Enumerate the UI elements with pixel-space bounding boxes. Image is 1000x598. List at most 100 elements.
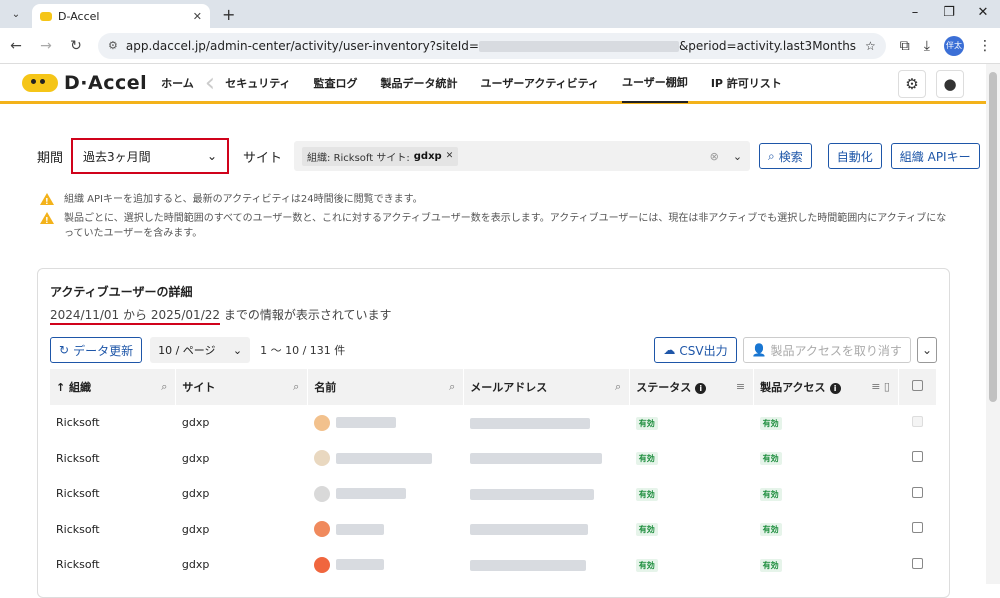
nav-user-activity[interactable]: ユーザーアクティビティ — [481, 63, 599, 103]
minimize-icon[interactable]: – — [898, 0, 932, 28]
table-row[interactable]: Ricksoft gdxp 有効 有効 — [50, 405, 937, 441]
filter-icon[interactable]: ≡ — [736, 380, 745, 393]
cell-name — [307, 440, 464, 477]
period-select[interactable]: 過去3ヶ月間 ⌄ — [71, 138, 230, 174]
access-badge: 有効 — [759, 452, 782, 466]
col-select-all[interactable] — [898, 369, 938, 405]
user-table: ↑ 組織 ⌕ サイト ⌕ 名前 ⌕ メールアドレス ⌕ ステータス i ≡ 製品アクセス i ≡… — [50, 369, 938, 583]
reload-icon[interactable]: ↻ — [68, 38, 84, 54]
address-bar: ← → ↻ ⚙ app.daccel.jp/admin-center/activ… — [0, 28, 1000, 64]
search-button-label: 検索 — [778, 149, 803, 164]
cell-access: 有効 — [753, 511, 899, 548]
table-row[interactable]: Ricksoft gdxp 有効 有効 — [50, 440, 937, 477]
clear-icon[interactable]: ⊗ — [710, 150, 719, 163]
cell-status: 有効 — [629, 547, 754, 583]
user-remove-icon: 👤 — [751, 343, 767, 357]
search-icon[interactable]: ⌕ — [293, 380, 299, 394]
nav-user-inventory[interactable]: ユーザー棚卸 — [622, 63, 688, 103]
table-row[interactable]: Ricksoft gdxp 有効 有効 — [50, 511, 937, 548]
cell-select[interactable] — [898, 476, 937, 512]
per-page-select[interactable]: 10 / ページ ⌄ — [150, 337, 251, 363]
forward-icon[interactable]: → — [38, 38, 54, 54]
date-range-underlined: 2024/11/01 から 2025/01/22 — [50, 308, 221, 325]
page-scrollbar[interactable] — [986, 64, 1000, 584]
tab-search-icon[interactable]: ⌄ — [6, 4, 26, 24]
automate-button[interactable]: 自動化 — [827, 143, 882, 169]
close-window-icon[interactable]: ✕ — [966, 0, 1000, 28]
cell-select[interactable] — [898, 405, 937, 441]
user-account-icon[interactable]: ● — [936, 70, 964, 98]
row-checkbox[interactable] — [911, 415, 923, 427]
close-tab-icon[interactable]: ✕ — [193, 10, 202, 23]
redacted-email — [469, 524, 588, 536]
search-icon[interactable]: ⌕ — [615, 380, 621, 394]
browser-tab[interactable]: D-Accel ✕ — [32, 4, 210, 28]
table-row[interactable]: Ricksoft gdxp 有効 有効 — [50, 476, 937, 512]
period-label: 期間 — [37, 150, 64, 166]
cell-select[interactable] — [898, 440, 937, 477]
search-button[interactable]: ⌕ 検索 — [759, 143, 812, 169]
revoke-dropdown-button[interactable]: ⌄ — [916, 337, 937, 363]
csv-export-button[interactable]: ☁ CSV出力 — [654, 337, 737, 363]
bookmark-star-icon[interactable]: ☆ — [865, 39, 876, 53]
api-key-button[interactable]: 組織 APIキー — [890, 143, 980, 169]
refresh-button[interactable]: ↻ データ更新 — [50, 337, 143, 363]
browser-menu-icon[interactable]: ⋮ — [978, 38, 992, 54]
cell-status: 有効 — [629, 405, 754, 441]
download-icon[interactable]: ⤓ — [924, 38, 930, 54]
favicon-icon — [40, 11, 52, 21]
cell-email — [463, 511, 630, 548]
settings-gear-icon[interactable]: ⚙ — [898, 70, 926, 98]
cell-access: 有効 — [753, 405, 899, 441]
col-email[interactable]: メールアドレス ⌕ — [463, 369, 631, 405]
maximize-icon[interactable]: ❐ — [932, 0, 966, 28]
extensions-icon[interactable]: ⧉ — [900, 38, 910, 54]
col-site[interactable]: サイト ⌕ — [175, 369, 309, 405]
nav-security[interactable]: セキュリティ — [225, 63, 290, 103]
row-checkbox[interactable] — [911, 486, 923, 498]
filter-icon[interactable]: ≡ ▯ — [871, 380, 890, 393]
avatar — [313, 450, 330, 467]
col-status[interactable]: ステータス i ≡ — [629, 369, 755, 405]
refresh-icon: ↻ — [59, 343, 70, 357]
scrollbar-thumb[interactable] — [989, 72, 997, 402]
row-checkbox[interactable] — [911, 557, 923, 569]
col-name[interactable]: 名前 ⌕ — [307, 369, 465, 405]
cell-select[interactable] — [898, 511, 937, 548]
url-field[interactable]: ⚙ app.daccel.jp/admin-center/activity/us… — [98, 32, 886, 59]
col-access[interactable]: 製品アクセス i ≡ ▯ — [753, 369, 899, 405]
info-icon[interactable]: i — [695, 383, 707, 394]
redacted-name — [335, 488, 406, 500]
nav-product-stats[interactable]: 製品データ統計 — [381, 63, 458, 103]
per-page-value: 10 / ページ — [158, 344, 216, 357]
nav-audit-log[interactable]: 監査ログ — [314, 63, 358, 103]
search-icon[interactable]: ⌕ — [161, 380, 167, 394]
new-tab-icon[interactable]: + — [222, 6, 235, 24]
logo[interactable]: D·Accel — [22, 72, 147, 94]
profile-avatar[interactable]: 伴太 — [944, 35, 964, 56]
cell-select[interactable] — [898, 547, 937, 583]
back-icon[interactable]: ← — [8, 38, 24, 54]
revoke-access-button[interactable]: 👤 製品アクセスを取り消す — [742, 337, 911, 363]
row-checkbox[interactable] — [911, 522, 923, 534]
search-icon[interactable]: ⌕ — [449, 380, 455, 394]
info-icon[interactable]: i — [829, 383, 841, 394]
redacted-email — [469, 453, 602, 465]
range-suffix: までの情報が表示されています — [223, 308, 392, 322]
nav-home[interactable]: ホーム — [161, 63, 194, 103]
notice-item: 組織 APIキーを追加すると、最新のアクティビティは24時間後に閲覧できます。 — [40, 192, 950, 209]
site-info-icon[interactable]: ⚙ — [108, 39, 118, 52]
notice-item: 製品ごとに、選択した時間範囲のすべてのユーザー数と、これに対するアクティブユーザ… — [40, 211, 950, 241]
table-row[interactable]: Ricksoft gdxp 有効 有効 — [50, 547, 937, 583]
nav-scroll-left-icon[interactable]: ‹ — [205, 68, 215, 98]
chip-remove-icon[interactable]: ✕ — [446, 151, 454, 161]
nav-ip-allowlist[interactable]: IP 許可リスト — [711, 63, 782, 103]
col-org[interactable]: ↑ 組織 ⌕ — [50, 369, 177, 405]
site-select[interactable]: 組織: Ricksoft サイト: gdxp ✕ ⊗ ⌄ — [294, 141, 751, 171]
row-checkbox[interactable] — [911, 451, 923, 463]
site-dropdown-icon[interactable]: ⌄ — [733, 150, 742, 163]
filter-row: 期間 過去3ヶ月間 ⌄ サイト 組織: Ricksoft サイト: gdxp ✕… — [37, 138, 980, 174]
access-badge: 有効 — [759, 558, 782, 572]
select-all-checkbox[interactable] — [911, 380, 923, 391]
access-badge: 有効 — [759, 487, 782, 501]
